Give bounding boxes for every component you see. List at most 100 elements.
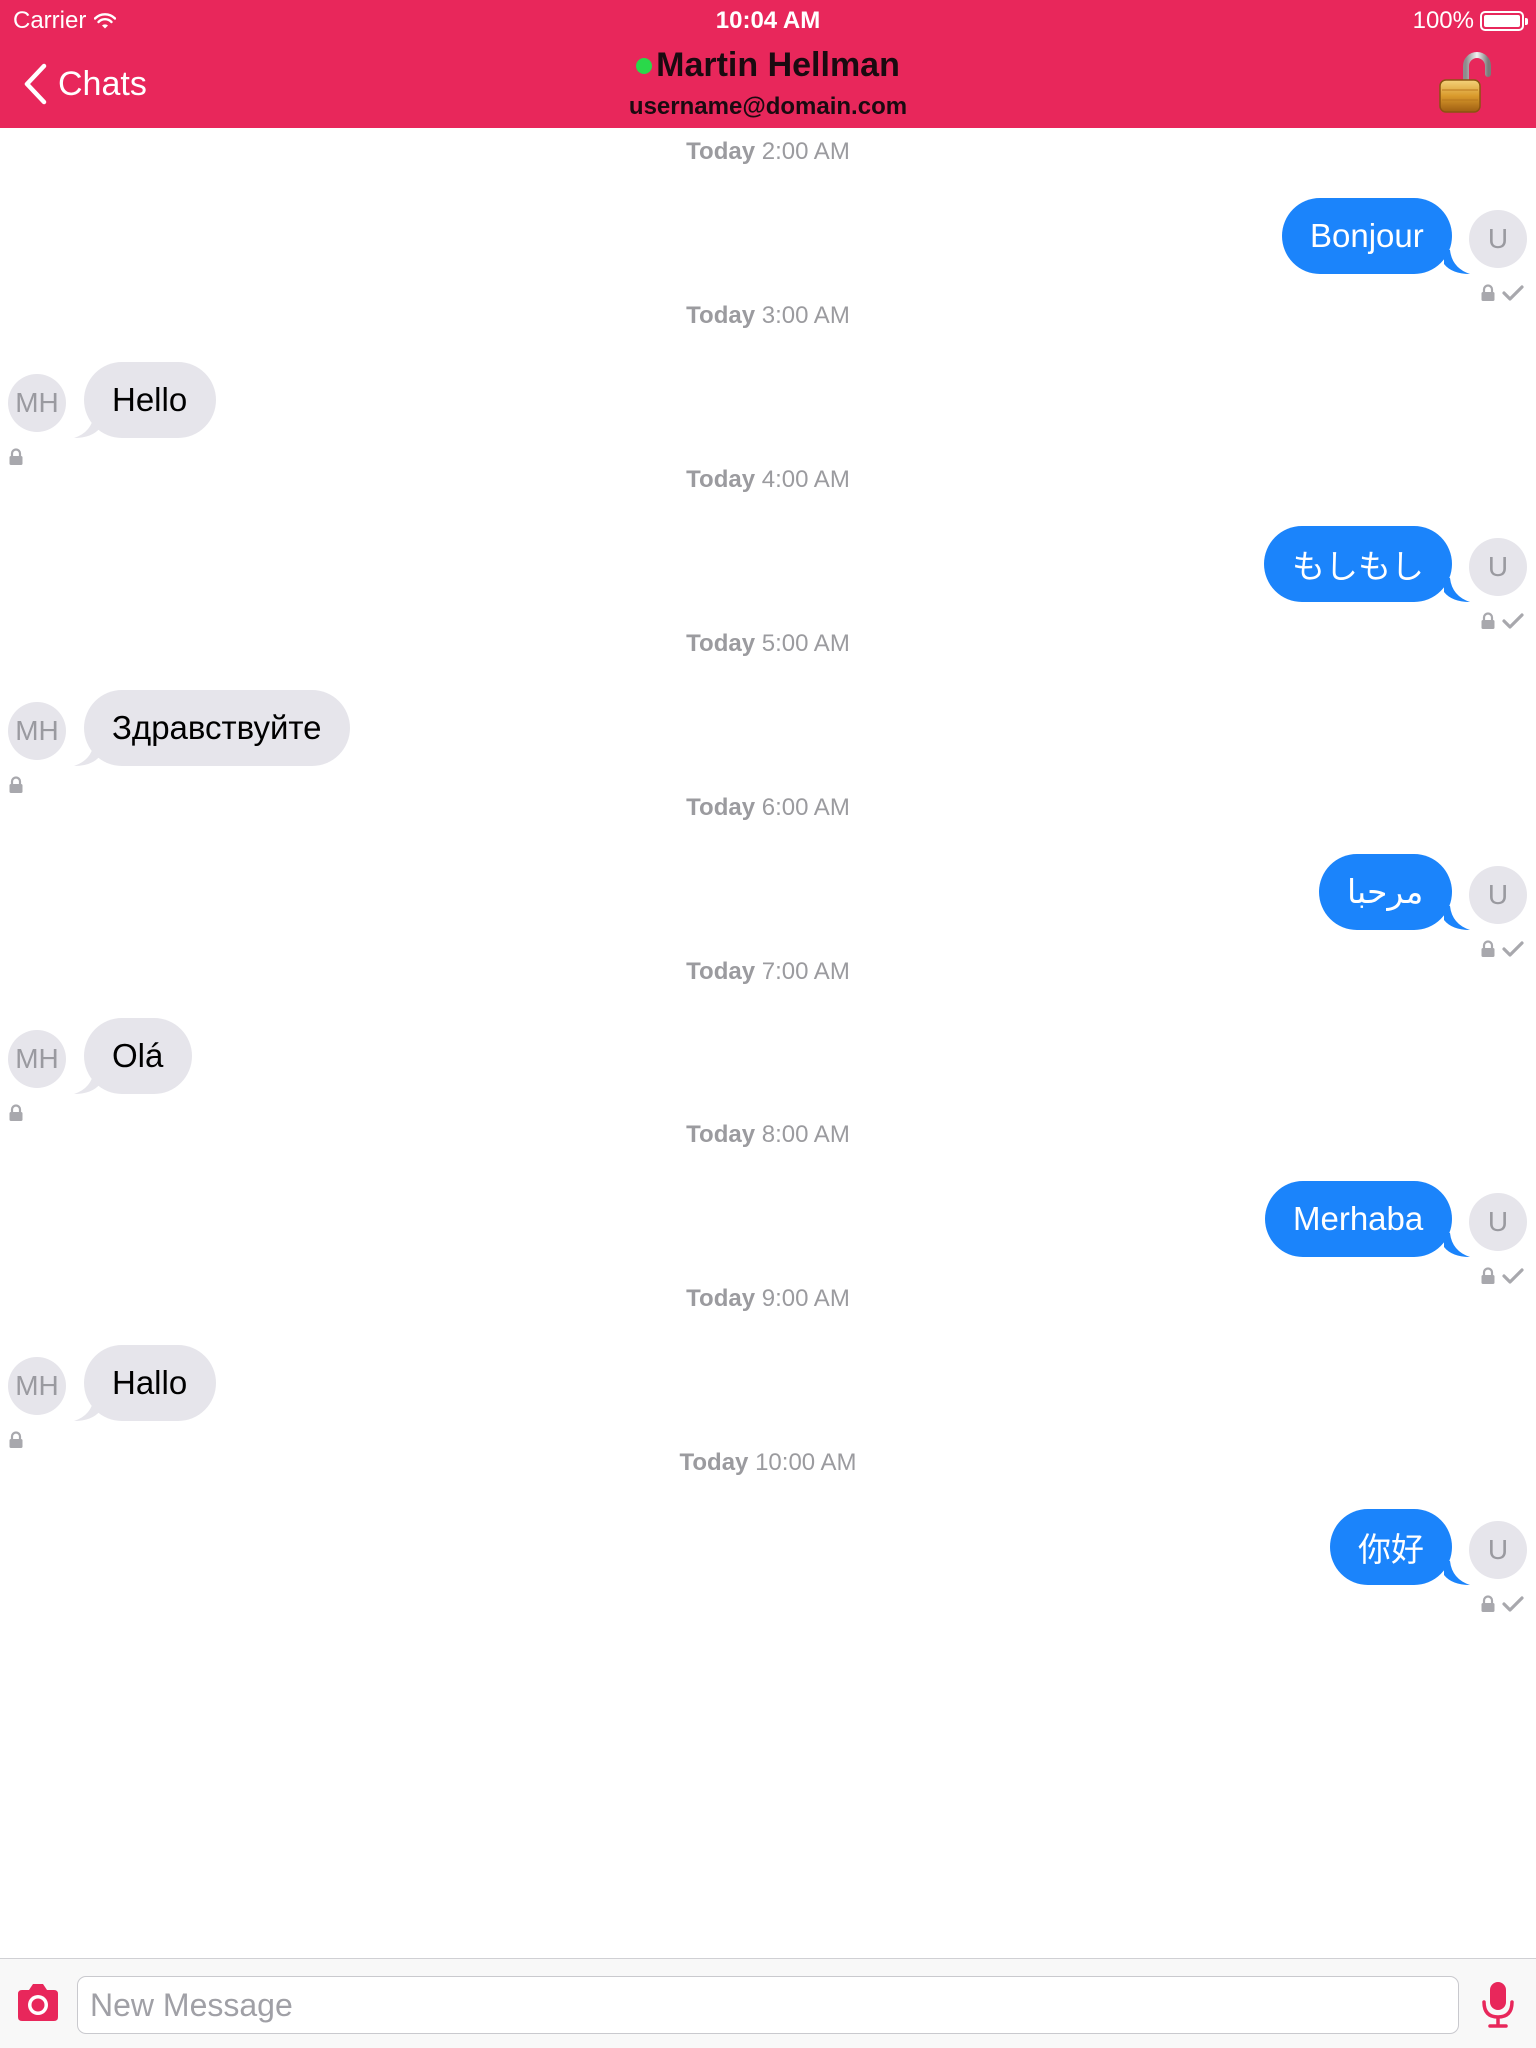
message-text: مرحبا — [1347, 873, 1424, 911]
checkmark-icon — [1502, 285, 1524, 301]
timestamp-time: 6:00 AM — [761, 793, 850, 821]
timestamp-day: Today — [686, 957, 756, 985]
contact-avatar[interactable]: MH — [8, 1029, 66, 1088]
timestamp-day: Today — [686, 793, 756, 821]
message-timestamp: Today 4:00 AM — [0, 466, 1536, 494]
message-input[interactable] — [77, 1976, 1459, 2034]
contact-avatar[interactable]: MH — [8, 1357, 66, 1416]
contact-subtitle: username@domain.com — [628, 93, 908, 120]
lock-icon — [1481, 940, 1495, 957]
lock-icon — [1481, 284, 1495, 301]
message-status — [8, 776, 24, 794]
message-timestamp: Today 8:00 AM — [0, 1121, 1536, 1149]
message-timestamp: Today 9:00 AM — [0, 1285, 1536, 1313]
message-thread[interactable]: Today 2:00 AM Bonjour U Today 3:00 AM Hello M… — [0, 128, 1536, 1958]
message-timestamp: Today 10:00 AM — [0, 1449, 1536, 1477]
lock-icon — [1481, 1595, 1495, 1613]
timestamp-day: Today — [686, 465, 756, 493]
bubble-tail — [1444, 1561, 1470, 1586]
message-text: Merhaba — [1293, 1200, 1424, 1238]
timestamp-day: Today — [686, 301, 756, 329]
user-avatar[interactable]: U — [1469, 537, 1527, 596]
timestamp-time: 3:00 AM — [761, 301, 850, 329]
message-status — [1480, 1267, 1524, 1285]
lock-icon — [9, 1103, 23, 1121]
contact-name: Martin Hellman — [656, 46, 900, 84]
lock-icon — [1481, 612, 1495, 629]
bubble-tail — [74, 1397, 100, 1422]
message-status — [1480, 284, 1524, 302]
message-timestamp: Today 6:00 AM — [0, 794, 1536, 822]
lock-icon — [9, 448, 23, 465]
message-timestamp: Today 3:00 AM — [0, 302, 1536, 330]
timestamp-time: 5:00 AM — [761, 629, 850, 657]
incoming-message-bubble[interactable]: Hello — [84, 361, 216, 438]
microphone-icon — [1482, 1982, 1514, 2028]
battery-icon — [1480, 11, 1528, 31]
battery-percentage: 100% — [1412, 7, 1474, 34]
contact-name-row: Martin Hellman — [636, 46, 900, 85]
battery-indicator: 100% — [1412, 7, 1528, 35]
message-text: Bonjour — [1310, 217, 1424, 254]
message-status — [8, 1431, 24, 1449]
incoming-message-bubble[interactable]: Hallo — [84, 1345, 216, 1422]
timestamp-time: 9:00 AM — [761, 1285, 850, 1313]
outgoing-message-bubble[interactable]: Bonjour — [1282, 198, 1452, 274]
conversation-title[interactable]: Martin Hellman username@domain.com — [0, 46, 1536, 121]
message-text: もしもし — [1292, 547, 1424, 585]
camera-button[interactable] — [14, 1979, 62, 2027]
camera-icon — [18, 1984, 58, 2021]
timestamp-day: Today — [686, 1285, 756, 1313]
message-composer — [0, 1958, 1536, 2048]
user-avatar[interactable]: U — [1469, 1521, 1527, 1580]
timestamp-time: 8:00 AM — [761, 1121, 850, 1149]
timestamp-time: 4:00 AM — [761, 465, 850, 493]
incoming-message-bubble[interactable]: Здравствуйте — [84, 689, 350, 766]
timestamp-day: Today — [686, 1121, 756, 1149]
message-status — [1480, 1595, 1524, 1613]
bubble-tail — [1444, 905, 1470, 930]
lock-icon — [9, 1431, 23, 1449]
outgoing-message-bubble[interactable]: Merhaba — [1265, 1181, 1452, 1258]
user-avatar[interactable]: U — [1469, 210, 1527, 268]
message-timestamp: Today 7:00 AM — [0, 958, 1536, 986]
outgoing-message-bubble[interactable]: مرحبا — [1319, 853, 1452, 930]
bubble-tail — [74, 413, 100, 438]
open-padlock-icon — [1439, 52, 1491, 113]
lock-icon — [1481, 1267, 1495, 1285]
timestamp-time: 10:00 AM — [755, 1449, 857, 1477]
outgoing-message-bubble[interactable]: もしもし — [1264, 525, 1452, 602]
message-status — [8, 448, 24, 466]
navigation-header: Carrier 10:04 AM 100% Chats Martin Hellm… — [0, 0, 1536, 128]
checkmark-icon — [1502, 613, 1524, 629]
timestamp-time: 7:00 AM — [761, 957, 850, 985]
bubble-tail — [1444, 250, 1470, 274]
contact-avatar[interactable]: MH — [8, 701, 66, 760]
checkmark-icon — [1502, 940, 1524, 957]
incoming-message-bubble[interactable]: Olá — [84, 1017, 192, 1094]
bubble-tail — [74, 1069, 100, 1094]
battery-fill — [1484, 15, 1520, 27]
checkmark-icon — [1502, 1596, 1524, 1612]
user-avatar[interactable]: U — [1469, 865, 1527, 924]
outgoing-message-bubble[interactable]: 你好 — [1330, 1509, 1452, 1586]
message-status — [1480, 612, 1524, 630]
message-timestamp: Today 5:00 AM — [0, 630, 1536, 658]
checkmark-icon — [1502, 1268, 1524, 1284]
bubble-tail — [1444, 577, 1470, 602]
status-bar: Carrier 10:04 AM 100% — [0, 0, 1536, 40]
timestamp-day: Today — [686, 629, 756, 657]
message-status — [8, 1103, 24, 1122]
message-timestamp: Today 2:00 AM — [0, 138, 1536, 166]
message-text: Hallo — [112, 1364, 188, 1402]
microphone-button[interactable] — [1480, 1979, 1516, 2029]
contact-avatar[interactable]: MH — [8, 373, 66, 432]
encryption-lock-button[interactable] — [1436, 52, 1494, 116]
timestamp-day: Today — [679, 1449, 749, 1477]
online-status-dot — [636, 57, 653, 74]
lock-icon — [9, 776, 23, 793]
bubble-tail — [1444, 1233, 1470, 1258]
message-text: Hello — [112, 380, 188, 418]
message-text: Olá — [112, 1036, 164, 1074]
user-avatar[interactable]: U — [1469, 1193, 1527, 1252]
